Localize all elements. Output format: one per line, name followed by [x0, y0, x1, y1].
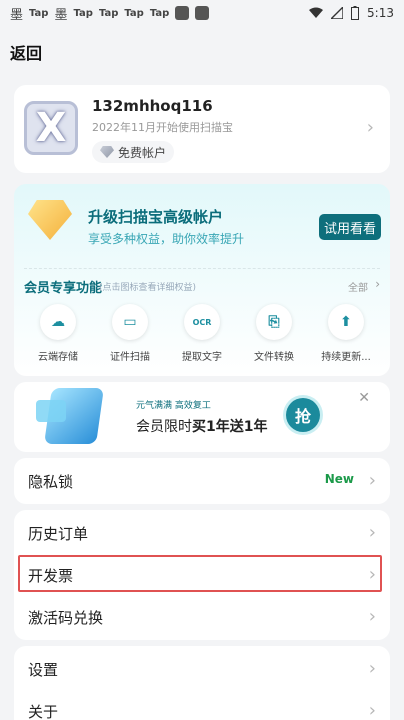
menu-item-activation-code[interactable]: 激活码兑换 ›: [14, 594, 390, 640]
gold-diamond-icon: [28, 200, 72, 240]
cloud-icon: ☁: [40, 304, 76, 340]
chevron-right-icon: ›: [368, 700, 376, 720]
feature-label: 提取文字: [182, 352, 222, 363]
features-hint: (点击图标查看详细权益): [99, 283, 197, 293]
menu-item-label: 隐私锁: [28, 472, 74, 491]
app-notification-icon: 墨: [10, 7, 24, 23]
feature-label: 证件扫描: [110, 352, 150, 363]
card-illustration: [36, 400, 66, 422]
promo-headline: 会员限时买1年送1年: [136, 416, 267, 436]
feature-label: 文件转换: [254, 352, 294, 363]
menu-item-order-history[interactable]: 历史订单 ›: [14, 510, 390, 556]
divider: [24, 268, 380, 269]
menu-item-label: 历史订单: [28, 524, 89, 543]
account-type-label: 免费帐户: [118, 145, 167, 160]
vip-title: 升级扫描宝高级帐户: [88, 208, 224, 226]
feature-ocr[interactable]: OCR 提取文字: [172, 304, 232, 363]
menu-item-label: 激活码兑换: [28, 608, 104, 627]
arrow-up-icon: ⬆: [328, 304, 364, 340]
try-button[interactable]: 试用看看: [319, 214, 381, 240]
close-icon[interactable]: ✕: [358, 390, 370, 406]
notification-square-icon: [175, 6, 190, 20]
menu-group-settings: 设置 › 关于 ›: [14, 646, 390, 720]
feature-label: 云端存储: [38, 352, 78, 363]
avatar[interactable]: X: [24, 101, 78, 155]
pdf-icon: ⎘: [256, 304, 292, 340]
notification-square-icon: [195, 6, 210, 20]
grab-button[interactable]: 抢: [286, 398, 320, 432]
tap-app-icon: Tap: [73, 7, 93, 19]
tap-app-icon: Tap: [98, 7, 119, 19]
member-since: 2022年11月开始使用扫描宝: [92, 121, 233, 134]
diamond-icon: [100, 146, 114, 158]
menu-item-privacy-lock[interactable]: 隐私锁 New ›: [14, 458, 390, 504]
username: 132mhhoq116: [92, 97, 213, 115]
menu-item-about[interactable]: 关于 ›: [14, 688, 390, 720]
chevron-right-icon: ›: [366, 117, 374, 138]
promo-banner[interactable]: 元气满满 高效复工 会员限时买1年送1年 抢 ✕: [14, 382, 390, 452]
clock: 5:13: [367, 6, 394, 20]
features-title: 会员专享功能: [24, 281, 103, 296]
new-badge: New: [324, 472, 354, 486]
tap-app-icon: Tap: [149, 7, 170, 19]
app-notification-icon: 墨: [54, 7, 68, 23]
tap-app-icon: Tap: [29, 7, 49, 19]
vip-subtitle: 享受多种权益，助你效率提升: [88, 232, 245, 246]
wifi-icon: [309, 7, 324, 18]
chevron-right-icon: ›: [375, 277, 380, 291]
chevron-right-icon: ›: [368, 522, 376, 543]
tap-app-icon: Tap: [124, 7, 144, 19]
chevron-right-icon: ›: [368, 606, 376, 627]
vip-upgrade-card: 升级扫描宝高级帐户 享受多种权益，助你效率提升 试用看看 会员专享功能 (点击图…: [14, 184, 390, 376]
id-card-icon: ▭: [112, 304, 148, 340]
chevron-right-icon: ›: [368, 658, 376, 679]
chevron-right-icon: ›: [368, 470, 376, 491]
profile-card[interactable]: X 132mhhoq116 2022年11月开始使用扫描宝 免费帐户 ›: [14, 85, 390, 173]
menu-item-label: 设置: [28, 660, 59, 679]
account-type-badge: 免费帐户: [92, 141, 175, 163]
battery-icon: [351, 6, 360, 20]
feature-cloud-storage[interactable]: ☁ 云端存储: [28, 304, 88, 363]
menu-item-label: 关于: [28, 702, 59, 720]
feature-file-convert[interactable]: ⎘ 文件转换: [244, 304, 304, 363]
feature-more[interactable]: ⬆ 持续更新...: [316, 304, 376, 363]
highlight-box: [18, 555, 382, 592]
feature-id-scan[interactable]: ▭ 证件扫描: [100, 304, 160, 363]
menu-group-privacy: 隐私锁 New ›: [14, 458, 390, 504]
ocr-icon: OCR: [184, 304, 220, 340]
promo-tagline: 元气满满 高效复工: [136, 401, 211, 411]
status-bar: 墨 Tap 墨 Tap Tap Tap Tap 5:13: [0, 0, 404, 26]
promo-prefix: 会员限时: [136, 419, 192, 435]
back-button[interactable]: 返回: [10, 40, 42, 64]
signal-icon: [331, 7, 344, 19]
feature-label: 持续更新...: [321, 352, 371, 363]
features-all-link[interactable]: 全部: [348, 279, 368, 294]
menu-item-settings[interactable]: 设置 ›: [14, 646, 390, 692]
promo-offer: 买1年送1年: [192, 419, 268, 435]
